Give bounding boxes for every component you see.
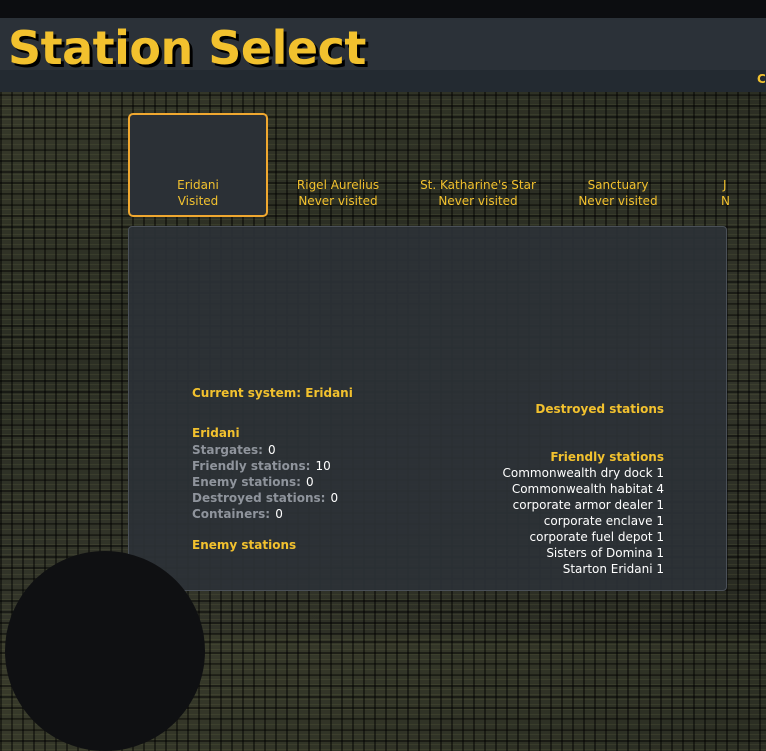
- tab-status: Never visited: [298, 194, 378, 208]
- friendly-station-item: corporate enclave 1: [543, 514, 664, 528]
- stat-label: Destroyed stations:: [192, 491, 326, 505]
- stat-value: 0: [330, 491, 339, 505]
- stat-stargates: Stargates: 0: [192, 441, 276, 458]
- stat-label: Containers:: [192, 507, 271, 521]
- tab-st-katharines-star[interactable]: St. Katharine's Star Never visited: [408, 113, 548, 217]
- tab-status: Never visited: [578, 194, 658, 208]
- stat-value: 10: [315, 459, 331, 473]
- stat-label: Friendly stations:: [192, 459, 311, 473]
- friendly-station-item: Sisters of Domina 1: [546, 546, 664, 560]
- stat-friendly-stations: Friendly stations: 10: [192, 457, 331, 474]
- stat-value: 0: [268, 443, 276, 457]
- top-strip: [0, 0, 766, 18]
- tab-status: Never visited: [438, 194, 518, 208]
- stat-enemy-stations: Enemy stations: 0: [192, 473, 314, 490]
- page-title: Station Select: [8, 21, 366, 75]
- destroyed-stations-header: Destroyed stations: [535, 402, 664, 416]
- planet-silhouette: [5, 551, 205, 751]
- friendly-station-item: corporate fuel depot 1: [529, 530, 665, 544]
- stat-value: 0: [275, 507, 283, 521]
- tab-name: Rigel Aurelius: [296, 178, 380, 192]
- enemy-stations-header: Enemy stations: [192, 538, 297, 552]
- friendly-station-item: Commonwealth habitat 4: [511, 482, 664, 496]
- current-system-label: Current system: Eridani: [192, 386, 353, 400]
- stat-containers: Containers: 0: [192, 505, 283, 522]
- edge-text: C: [757, 72, 766, 86]
- tab-eridani[interactable]: Eridani Visited: [128, 113, 268, 217]
- tab-name: J: [723, 178, 727, 192]
- tab-name: Sanctuary: [587, 178, 649, 192]
- stat-label: Enemy stations:: [192, 475, 301, 489]
- tab-status: Visited: [177, 194, 219, 208]
- friendly-station-item: Commonwealth dry dock 1: [502, 466, 664, 480]
- stat-destroyed-stations: Destroyed stations: 0: [192, 489, 338, 506]
- friendly-stations-header: Friendly stations: [550, 450, 664, 464]
- friendly-station-item: Starton Eridani 1: [562, 562, 664, 576]
- tab-name: St. Katharine's Star: [420, 178, 536, 192]
- system-name: Eridani: [192, 426, 240, 440]
- stat-value: 0: [306, 475, 314, 489]
- tab-status: N: [721, 194, 730, 208]
- friendly-station-item: corporate armor dealer 1: [512, 498, 664, 512]
- tab-sanctuary[interactable]: Sanctuary Never visited: [548, 113, 688, 217]
- tab-name: Eridani: [177, 178, 219, 192]
- tab-rigel-aurelius[interactable]: Rigel Aurelius Never visited: [268, 113, 408, 217]
- stat-label: Stargates:: [192, 443, 263, 457]
- tab-partial[interactable]: J N: [688, 113, 766, 217]
- station-details-panel: Current system: Eridani Eridani Stargate…: [128, 226, 727, 591]
